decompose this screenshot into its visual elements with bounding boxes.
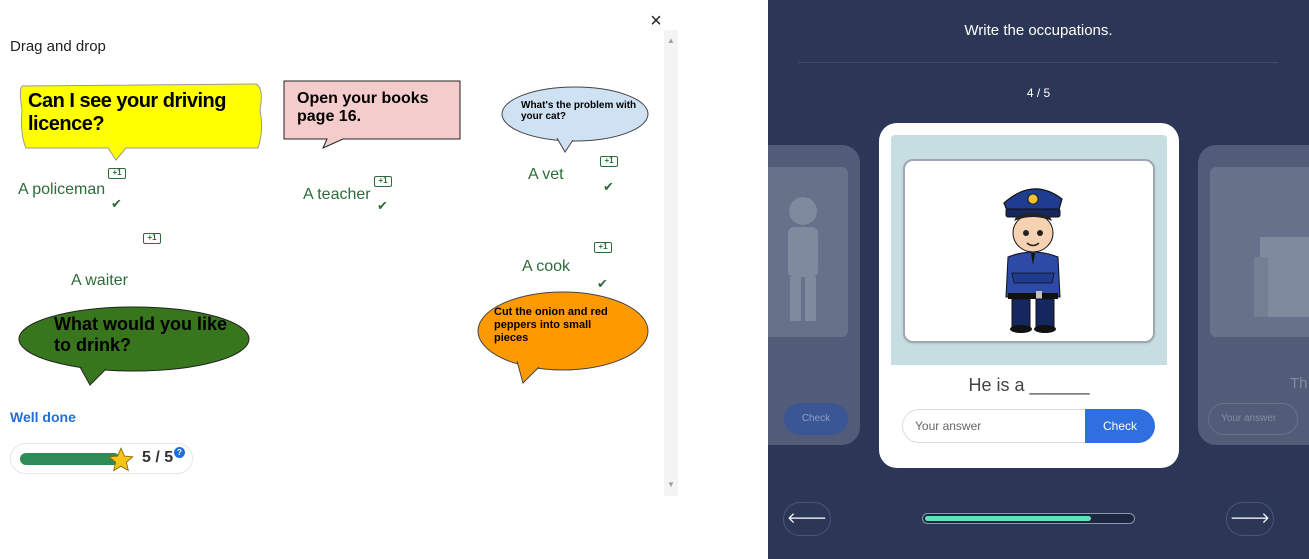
speech-bubble: Cut the onion and red peppers into small… xyxy=(477,291,649,384)
speech-bubble: Open your books page 16. xyxy=(283,80,461,149)
sentence-text: Th xyxy=(1290,375,1308,392)
check-button[interactable]: Check xyxy=(1085,409,1155,443)
points-badge: +1 xyxy=(600,156,618,167)
speech-bubble: What would you like to drink? xyxy=(18,305,251,386)
policeman-image xyxy=(1003,188,1063,333)
answer-waiter[interactable]: A waiter xyxy=(71,272,128,290)
bubble-text: What's the problem with your cat? xyxy=(521,100,637,122)
check-button[interactable]: Check xyxy=(784,403,848,435)
scroll-up-icon[interactable]: ▲ xyxy=(664,34,678,48)
answer-cook[interactable]: A cook xyxy=(522,258,570,276)
scrollbar[interactable]: ▲ ▼ xyxy=(664,30,678,496)
card-image xyxy=(903,159,1155,343)
feedback-text: Well done xyxy=(10,409,76,425)
previous-card[interactable]: Check xyxy=(768,145,860,445)
points-badge: +1 xyxy=(143,233,161,244)
check-icon: ✔ xyxy=(603,179,614,194)
quiz-progress-fill xyxy=(925,516,1091,521)
close-icon[interactable]: × xyxy=(645,10,667,32)
answer-teacher[interactable]: A teacher xyxy=(303,186,371,204)
points-badge: +1 xyxy=(594,242,612,253)
score-bar: 5 / 5 ? xyxy=(10,443,193,474)
drag-drop-panel: Drag and drop × ▲ ▼ Can I see your drivi… xyxy=(0,0,768,559)
scroll-down-icon[interactable]: ▼ xyxy=(664,478,678,492)
quiz-panel: Write the occupations. 4 / 5 Check Th Yo… xyxy=(768,0,1309,559)
answer-policeman[interactable]: A policeman xyxy=(18,181,105,199)
card-image xyxy=(768,167,848,337)
quiz-progress xyxy=(922,513,1135,524)
arrow-right-icon[interactable]: 🡒 xyxy=(1226,502,1274,536)
arrow-left-icon[interactable]: 🡐 xyxy=(783,502,831,536)
answer-input[interactable]: Your answer xyxy=(1208,403,1298,435)
question-counter: 4 / 5 xyxy=(1026,86,1051,100)
activity-title: Drag and drop xyxy=(10,38,106,55)
points-badge: +1 xyxy=(374,176,392,187)
answer-input[interactable]: Your answer xyxy=(902,409,1085,443)
speech-bubble: What's the problem with your cat? xyxy=(501,86,649,153)
answer-vet[interactable]: A vet xyxy=(528,166,564,184)
quiz-title: Write the occupations. xyxy=(964,22,1113,39)
check-icon: ✔ xyxy=(111,196,122,211)
bubble-text: Open your books page 16. xyxy=(297,90,429,125)
question-card: He is a ______ Your answer Check xyxy=(879,123,1179,468)
soldier-image xyxy=(788,197,818,321)
score-text: 5 / 5 xyxy=(142,449,174,466)
building-image xyxy=(1254,237,1309,317)
points-badge: +1 xyxy=(108,168,126,179)
speech-bubble: Can I see your driving licence? xyxy=(18,80,264,161)
bubble-text: Cut the onion and red peppers into small… xyxy=(494,305,608,344)
bubble-text: What would you like to drink? xyxy=(54,314,228,355)
divider xyxy=(798,62,1278,63)
help-icon[interactable]: ? xyxy=(174,447,185,458)
next-card[interactable]: Th Your answer xyxy=(1198,145,1309,445)
star-icon xyxy=(108,447,134,472)
bubble-text: Can I see your driving licence? xyxy=(28,90,226,135)
check-icon: ✔ xyxy=(377,198,388,213)
sentence-text: He is a ______ xyxy=(968,375,1090,395)
check-icon: ✔ xyxy=(597,276,608,291)
score-progress xyxy=(20,453,120,465)
card-image xyxy=(1210,167,1309,337)
